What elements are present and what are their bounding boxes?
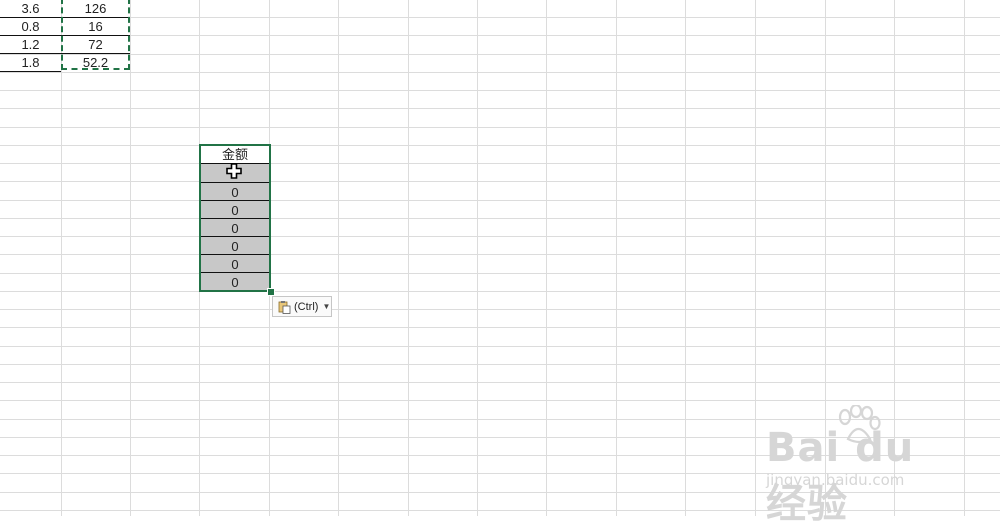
watermark-url: jingyan.baidu.com (766, 471, 905, 489)
gridline-vertical (546, 0, 547, 516)
gridline-horizontal (0, 54, 1000, 55)
gridline-horizontal (0, 181, 1000, 182)
gridline-vertical (338, 0, 339, 516)
gridline-vertical (477, 0, 478, 516)
paste-options-button[interactable]: (Ctrl) ▼ (272, 296, 332, 317)
gridline-horizontal (0, 72, 1000, 73)
dropdown-arrow-icon[interactable]: ▼ (322, 302, 330, 311)
gridline-horizontal (0, 163, 1000, 164)
gridline-horizontal (0, 127, 1000, 128)
gridline-horizontal (0, 346, 1000, 347)
gridline-horizontal (0, 218, 1000, 219)
gridline-horizontal (0, 108, 1000, 109)
cell-a2[interactable]: 0.8 (0, 18, 61, 36)
cell-border (0, 71, 61, 72)
gridline-horizontal (0, 145, 1000, 146)
gridline-horizontal (0, 17, 1000, 18)
gridline-horizontal (0, 382, 1000, 383)
cell-a4[interactable]: 1.8 (0, 54, 61, 72)
gridline-horizontal (0, 200, 1000, 201)
gridline-horizontal (0, 327, 1000, 328)
gridline-horizontal (0, 35, 1000, 36)
baidu-watermark: Bai du 经验 jingyan.baidu.com (762, 405, 962, 527)
gridline-horizontal (0, 364, 1000, 365)
gridline-vertical (964, 0, 965, 516)
cell-a1[interactable]: 3.6 (0, 0, 61, 18)
gridline-horizontal (0, 309, 1000, 310)
cell-a3[interactable]: 1.2 (0, 36, 61, 54)
gridline-vertical (685, 0, 686, 516)
gridline-vertical (408, 0, 409, 516)
paste-options-label: (Ctrl) (294, 300, 319, 313)
gridline-horizontal (0, 400, 1000, 401)
gridline-vertical (755, 0, 756, 516)
gridline-horizontal (0, 273, 1000, 274)
fill-handle[interactable] (267, 288, 275, 296)
gridline-horizontal (0, 254, 1000, 255)
spreadsheet-grid[interactable]: 3.6 126 0.8 16 1.2 72 1.8 52.2 金额 0 0 0 … (0, 0, 1000, 527)
gridline-horizontal (0, 291, 1000, 292)
clipboard-paste-icon (278, 300, 291, 314)
gridline-vertical (61, 0, 62, 516)
gridline-vertical (130, 0, 131, 516)
gridline-horizontal (0, 236, 1000, 237)
gridline-horizontal (0, 90, 1000, 91)
gridline-vertical (616, 0, 617, 516)
copy-marquee (61, 0, 130, 70)
cell-select-cross-cursor-icon (226, 163, 242, 179)
